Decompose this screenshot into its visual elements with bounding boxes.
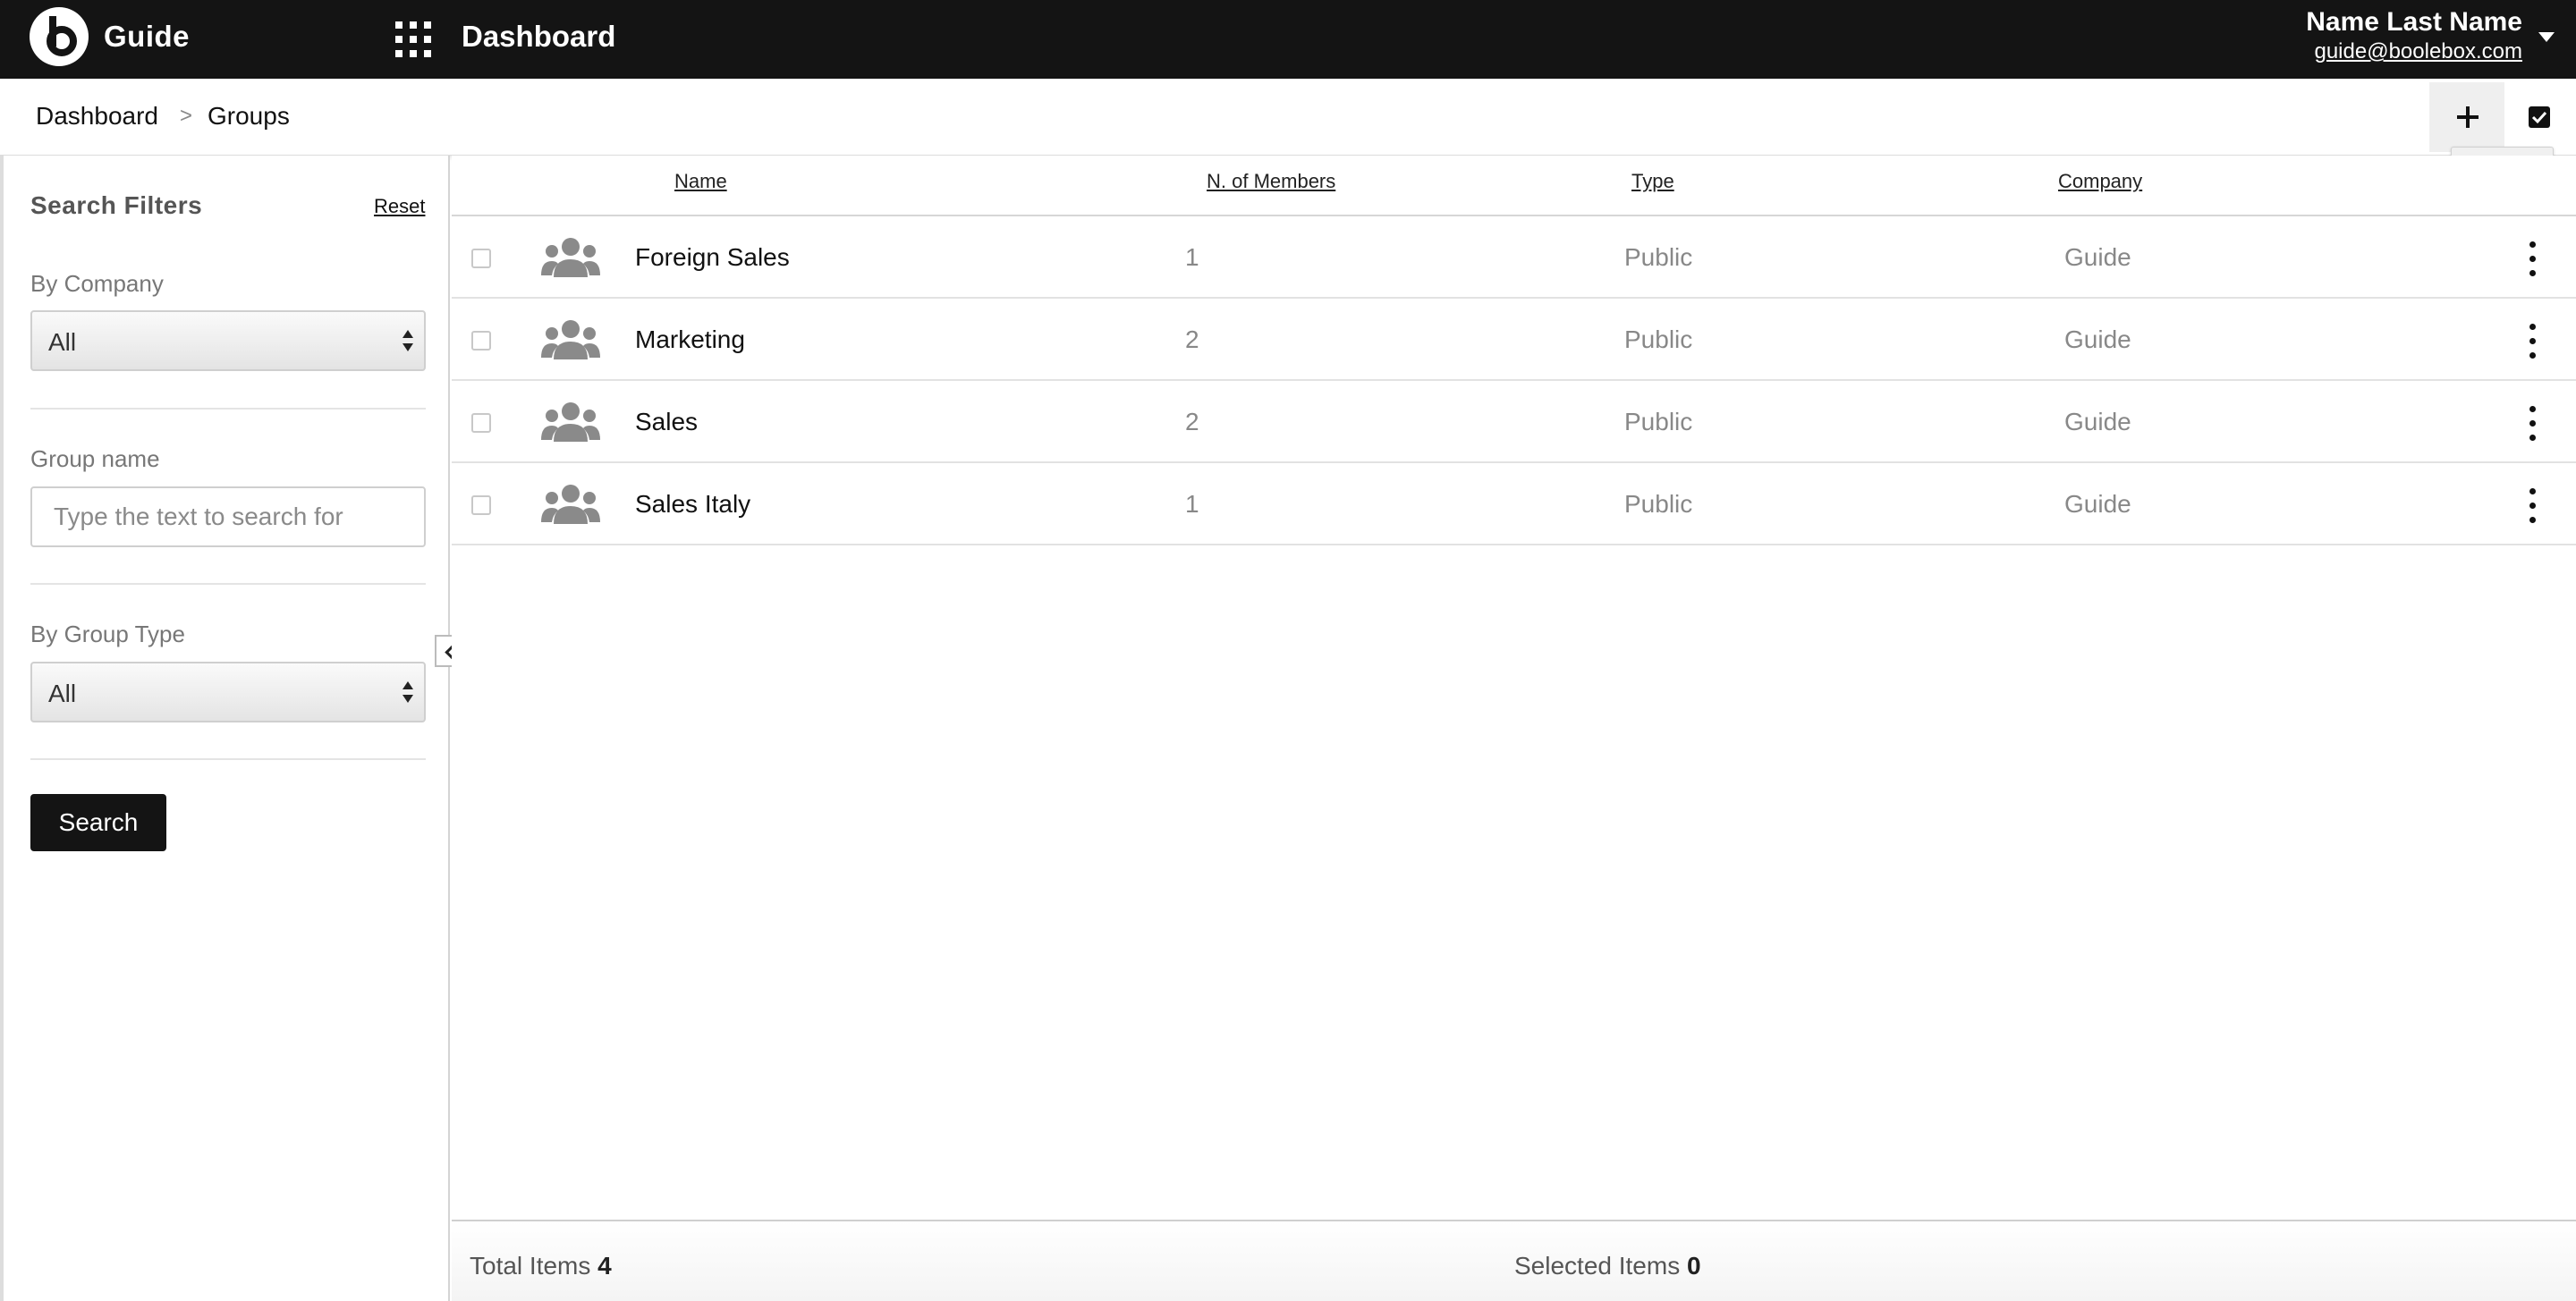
type-cell: Public <box>1624 243 1693 271</box>
row-more-options-icon[interactable] <box>2527 488 2538 524</box>
selected-items-label: Selected Items <box>1514 1252 1681 1280</box>
group-type-label: By Group Type <box>30 621 185 647</box>
group-type-select-value: All <box>48 680 77 707</box>
group-name-input[interactable] <box>30 486 426 547</box>
select-arrows-icon <box>402 330 413 355</box>
user-name[interactable]: Name Last Name <box>2306 7 2522 38</box>
row-checkbox[interactable] <box>471 331 491 351</box>
divider <box>30 758 426 760</box>
row-more-options-icon[interactable] <box>2527 406 2538 442</box>
divider <box>30 583 426 585</box>
total-items-count: 4 <box>597 1252 612 1280</box>
total-items: Total Items 4 <box>470 1252 612 1280</box>
column-header-type[interactable]: Type <box>1631 170 1674 193</box>
company-select[interactable]: All <box>30 310 426 371</box>
table-footer: Total Items 4 Selected Items 0 <box>452 1221 2576 1301</box>
top-bar: Guide Dashboard Name Last Name guide@boo… <box>0 0 2576 79</box>
company-cell: Guide <box>2064 490 2131 518</box>
company-cell: Guide <box>2064 243 2131 271</box>
breadcrumb-bar: Dashboard > Groups <box>0 79 2576 156</box>
column-header-members[interactable]: N. of Members <box>1207 170 1335 193</box>
row-more-options-icon[interactable] <box>2527 241 2538 277</box>
company-cell: Guide <box>2064 325 2131 353</box>
group-users-icon <box>541 236 600 279</box>
group-type-select[interactable]: All <box>30 662 426 722</box>
apps-grid-icon[interactable] <box>395 21 431 57</box>
company-cell: Guide <box>2064 408 2131 435</box>
company-filter-label: By Company <box>30 270 164 297</box>
members-cell: 2 <box>1185 325 1199 353</box>
divider <box>30 408 426 410</box>
breadcrumb-separator: > <box>180 104 193 128</box>
reset-filters-link[interactable]: Reset <box>374 195 425 218</box>
select-all-checkbox-icon[interactable] <box>2528 106 2551 129</box>
app-name: Guide <box>104 20 191 53</box>
search-filters-sidebar: Search Filters Reset By Company All Grou… <box>0 156 450 1301</box>
selected-items: Selected Items 0 <box>1514 1252 1701 1280</box>
group-name-cell[interactable]: Marketing <box>635 325 745 354</box>
add-new-button[interactable] <box>2429 82 2504 152</box>
column-header-company[interactable]: Company <box>2058 170 2142 193</box>
type-cell: Public <box>1624 408 1693 435</box>
company-select-value: All <box>48 328 77 356</box>
row-checkbox[interactable] <box>471 249 491 268</box>
row-checkbox[interactable] <box>471 413 491 433</box>
group-name-cell[interactable]: Sales <box>635 408 698 436</box>
filters-title: Search Filters <box>30 191 203 219</box>
boolebox-logo-icon[interactable] <box>30 7 89 66</box>
group-users-icon <box>541 483 600 526</box>
select-arrows-icon <box>402 681 413 706</box>
group-name-cell[interactable]: Sales Italy <box>635 490 750 519</box>
type-cell: Public <box>1624 325 1693 353</box>
breadcrumb-groups: Groups <box>208 102 290 130</box>
total-items-label: Total Items <box>470 1252 591 1280</box>
group-users-icon <box>541 318 600 361</box>
members-cell: 1 <box>1185 490 1199 518</box>
selected-items-count: 0 <box>1686 1252 1701 1280</box>
table-row[interactable]: Sales 2 Public Guide <box>452 381 2576 463</box>
table-row[interactable]: Sales Italy 1 Public Guide <box>452 463 2576 545</box>
table-row[interactable]: Foreign Sales 1 Public Guide <box>452 216 2576 299</box>
section-title: Dashboard <box>462 20 616 53</box>
user-menu-caret-icon[interactable] <box>2538 32 2555 42</box>
group-users-icon <box>541 401 600 444</box>
breadcrumb-dashboard-link[interactable]: Dashboard <box>36 102 158 131</box>
row-checkbox[interactable] <box>471 495 491 515</box>
table-row[interactable]: Marketing 2 Public Guide <box>452 299 2576 381</box>
group-name-label: Group name <box>30 445 160 472</box>
members-cell: 2 <box>1185 408 1199 435</box>
search-button[interactable]: Search <box>30 794 166 851</box>
type-cell: Public <box>1624 490 1693 518</box>
user-email-link[interactable]: guide@boolebox.com <box>2314 39 2522 64</box>
row-more-options-icon[interactable] <box>2527 324 2538 359</box>
group-name-cell[interactable]: Foreign Sales <box>635 243 790 272</box>
members-cell: 1 <box>1185 243 1199 271</box>
column-header-name[interactable]: Name <box>674 170 727 193</box>
groups-table: Name N. of Members Type Company Foreign … <box>452 156 2576 1301</box>
